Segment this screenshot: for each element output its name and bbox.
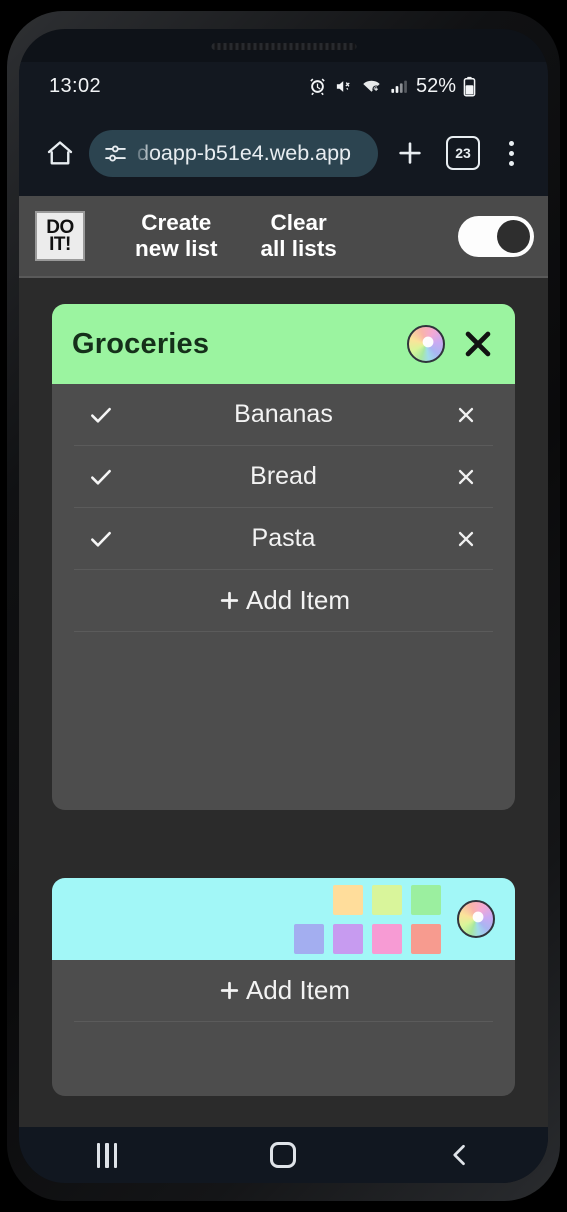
color-swatch-peach[interactable] (333, 884, 363, 915)
more-vertical-icon-dot (508, 150, 514, 156)
list-item: Bread (74, 446, 493, 508)
add-item-label: Add Item (245, 585, 351, 615)
list-item-label[interactable]: Bread (128, 462, 439, 491)
recents-icon (96, 1142, 118, 1168)
create-new-list-button[interactable]: Create new list (135, 210, 218, 262)
browser-menu-button[interactable] (494, 140, 528, 166)
tab-count-label: 23 (455, 145, 471, 161)
back-button[interactable] (418, 1132, 502, 1178)
plus-icon (399, 142, 421, 164)
add-item-button[interactable]: Add Item (74, 570, 493, 632)
app-logo[interactable]: DO IT! (35, 211, 85, 261)
close-small-icon (458, 469, 474, 484)
back-icon (453, 1144, 465, 1166)
list-item: Bananas (74, 384, 493, 446)
list-card-header: Groceries (52, 304, 515, 384)
url-text: doapp-b51e4.web.app (137, 140, 351, 165)
check-icon (91, 531, 111, 547)
home-button[interactable] (241, 1132, 325, 1178)
color-swatch-pink[interactable] (372, 923, 402, 954)
volume-mute-icon (336, 80, 350, 92)
list-card-empty-space (74, 1022, 493, 1096)
close-icon (465, 331, 491, 357)
battery-icon (463, 76, 476, 97)
create-new-list-label-line2: new list (135, 236, 218, 261)
list-card-empty-space (74, 632, 493, 810)
color-wheel-icon[interactable] (457, 900, 495, 938)
tune-icon (105, 144, 126, 162)
add-item-button[interactable]: Add Item (74, 960, 493, 1022)
list-title[interactable]: Groceries (72, 328, 407, 361)
list-card-new: Add Item (52, 878, 515, 1096)
delete-list-button[interactable] (461, 327, 495, 361)
color-swatch-green[interactable] (411, 884, 441, 915)
color-swatch-grid (294, 884, 441, 954)
speaker-grille (211, 43, 356, 50)
home-icon (270, 1142, 297, 1168)
home-icon (47, 141, 73, 165)
browser-toolbar: doapp-b51e4.web.app 23 (19, 110, 548, 196)
web-app-viewport: DO IT! Create new list Clear all lists G… (19, 196, 548, 1127)
new-tab-button[interactable] (390, 133, 430, 173)
color-swatch-periwinkle[interactable] (294, 923, 324, 954)
check-icon (91, 407, 111, 423)
delete-item-button[interactable] (439, 404, 493, 426)
color-picker-palette (52, 878, 515, 960)
clear-all-lists-label-line1: Clear (270, 210, 327, 236)
alarm-icon (310, 78, 325, 95)
toggle-done-button[interactable] (74, 464, 128, 490)
plus-icon (220, 591, 239, 610)
list-items-container: Bananas Bread Pasta Add Item (52, 384, 515, 810)
browser-home-button[interactable] (39, 132, 81, 174)
url-bar[interactable]: doapp-b51e4.web.app (89, 129, 378, 177)
list-item-label[interactable]: Pasta (128, 524, 439, 553)
check-icon (91, 469, 111, 485)
clear-all-lists-label-line2: all lists (260, 236, 337, 261)
toggle-done-button[interactable] (74, 402, 128, 428)
add-item-label: Add Item (245, 975, 351, 1005)
more-vertical-icon-dot (508, 140, 514, 146)
color-swatch-salmon[interactable] (411, 923, 441, 954)
close-small-icon (458, 531, 474, 546)
status-bar: 13:02 52% (19, 62, 548, 110)
color-swatch-lime[interactable] (372, 884, 402, 915)
wifi-icon (363, 80, 380, 93)
phone-screen: 13:02 52% doapp-b51e4.web.app 23 DO IT! … (19, 29, 548, 1183)
plus-icon (220, 981, 239, 1000)
battery-percent-label: 52% (415, 74, 456, 97)
delete-item-button[interactable] (439, 466, 493, 488)
toggle-done-button[interactable] (74, 526, 128, 552)
theme-toggle-knob (497, 219, 530, 253)
list-item-label[interactable]: Bananas (128, 400, 439, 429)
app-header: DO IT! Create new list Clear all lists (19, 196, 548, 278)
more-vertical-icon-dot (508, 160, 514, 166)
list-card-groceries: Groceries Bananas Bread Pasta Add Item (52, 304, 515, 810)
app-logo-line2: IT! (49, 234, 71, 255)
cellular-signal-icon (391, 80, 407, 93)
color-wheel-icon[interactable] (407, 325, 445, 363)
clear-all-lists-button[interactable]: Clear all lists (261, 210, 337, 262)
color-swatch-purple[interactable] (333, 923, 363, 954)
close-small-icon (458, 407, 474, 422)
delete-item-button[interactable] (439, 528, 493, 550)
create-new-list-label-line1: Create (141, 210, 212, 236)
app-body: Groceries Bananas Bread Pasta Add Item A… (19, 278, 548, 1096)
theme-toggle-switch[interactable] (458, 215, 534, 257)
tab-switcher-button[interactable]: 23 (446, 136, 480, 170)
status-clock: 13:02 (49, 74, 102, 97)
phone-frame: 13:02 52% doapp-b51e4.web.app 23 DO IT! … (7, 11, 560, 1201)
android-navigation-bar (19, 1127, 548, 1183)
status-icons: 52% (308, 75, 476, 98)
recents-button[interactable] (65, 1132, 149, 1178)
list-item: Pasta (74, 508, 493, 570)
list-items-container: Add Item (52, 960, 515, 1096)
